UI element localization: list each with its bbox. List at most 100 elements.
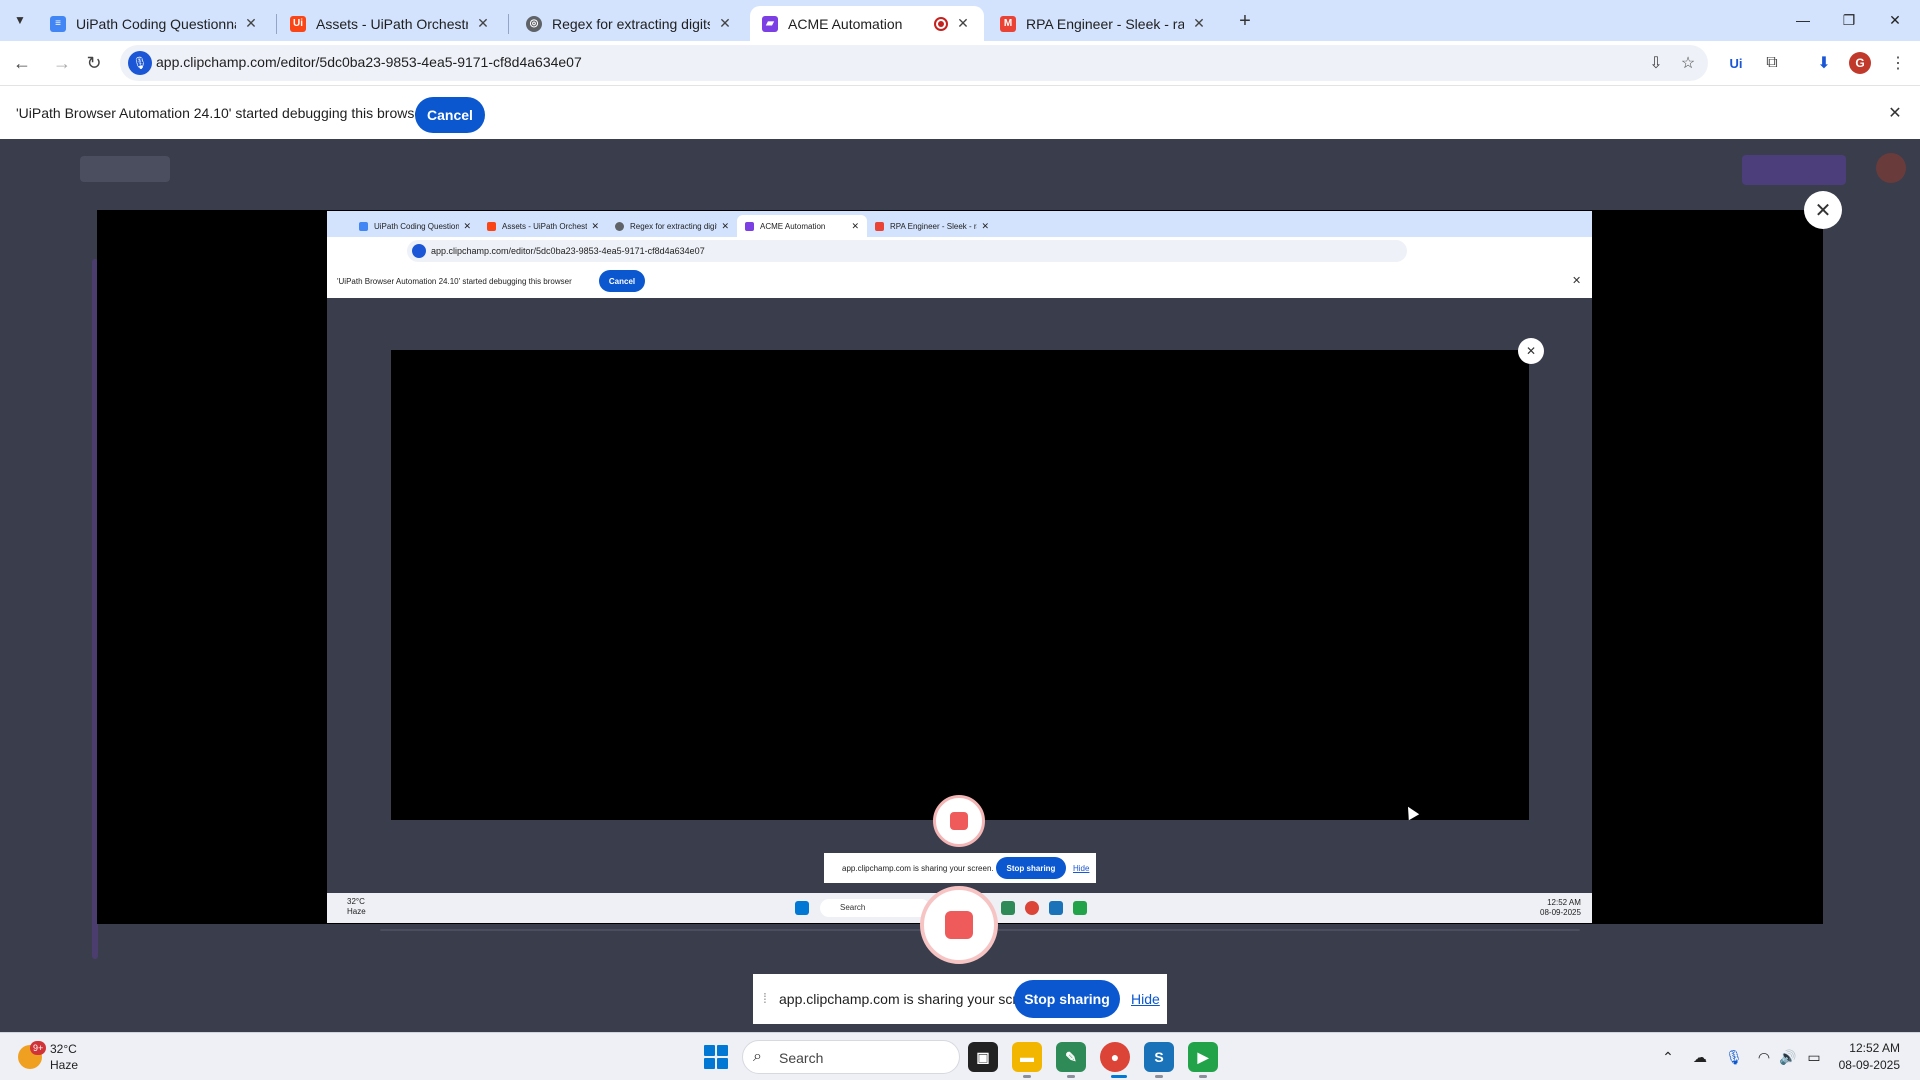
minimize-icon[interactable]: — — [1780, 4, 1826, 36]
preview-tab-strip: UiPath Coding Questionnaire -✕ Assets - … — [327, 211, 1592, 237]
close-icon: ✕ — [591, 220, 599, 231]
windows-start-icon[interactable] — [704, 1045, 728, 1069]
close-icon: ✕ — [981, 220, 989, 231]
modal-close-icon[interactable]: ✕ — [1804, 191, 1842, 229]
new-tab-plus-icon[interactable]: + — [1232, 8, 1258, 34]
recording-indicator-icon — [934, 16, 948, 31]
install-app-icon[interactable]: ⇩ — [1644, 51, 1668, 75]
task-view-icon[interactable]: ▣ — [968, 1042, 998, 1072]
close-tab-icon[interactable]: ✕ — [716, 15, 734, 33]
downloads-icon[interactable]: ⬇ — [1810, 49, 1838, 77]
tab-acme-automation[interactable]: ▰ ACME Automation ✕ — [750, 6, 984, 41]
close-tab-icon[interactable]: ✕ — [242, 15, 260, 33]
chevron-up-icon[interactable]: ⌃ — [1658, 1047, 1678, 1067]
file-explorer-icon[interactable]: ▬ — [1012, 1042, 1042, 1072]
battery-icon[interactable]: ▭ — [1804, 1047, 1824, 1067]
tab-search-chevron-icon[interactable]: ▼ — [8, 8, 32, 32]
uipath-icon: Ui — [290, 15, 306, 32]
weather-condition[interactable]: Haze — [50, 1058, 78, 1072]
tab-title: UiPath Coding Questionnaire - — [76, 15, 236, 32]
clock-time[interactable]: 12:52 AM — [1848, 1041, 1900, 1055]
google-docs-icon: ≡ — [50, 15, 66, 32]
clock-date[interactable]: 08-09-2025 — [1828, 1058, 1900, 1072]
preview-weather: 32°C Haze — [347, 897, 366, 917]
weather-temperature[interactable]: 32°C — [50, 1042, 77, 1056]
tab-gmail-rpa-engineer[interactable]: M RPA Engineer - Sleek - rajdipdu ✕ — [988, 6, 1220, 41]
browser-toolbar: ← → ↻ 🎙 app.clipchamp.com/editor/5dc0ba2… — [0, 41, 1920, 85]
search-placeholder: Search — [779, 1050, 824, 1066]
preview-weather-cond: Haze — [347, 907, 366, 916]
profile-avatar[interactable]: G — [1849, 52, 1871, 74]
close-icon: ✕ — [463, 220, 471, 231]
url-text[interactable]: app.clipchamp.com/editor/5dc0ba23-9853-4… — [156, 54, 582, 70]
preview-black-area — [391, 350, 1529, 820]
forward-arrow-icon[interactable]: → — [48, 49, 76, 77]
preview-weather-temp: 32°C — [347, 897, 365, 906]
search-icon: ⌕ — [753, 1048, 762, 1065]
close-tab-icon[interactable]: ✕ — [954, 15, 972, 33]
extensions-puzzle-icon[interactable]: ⧉ — [1758, 49, 1786, 77]
hide-sharing-bar-link[interactable]: Hide — [1131, 991, 1160, 1007]
globe-icon: ◎ — [526, 15, 542, 32]
running-indicator — [1199, 1075, 1207, 1078]
back-arrow-icon[interactable]: ← — [8, 49, 36, 77]
close-tab-icon[interactable]: ✕ — [474, 15, 492, 33]
gmail-icon: M — [1000, 15, 1016, 32]
onedrive-offline-icon[interactable]: ☁ — [1690, 1047, 1710, 1067]
notepad-icon[interactable]: ✎ — [1056, 1042, 1086, 1072]
bookmark-star-icon[interactable]: ☆ — [1676, 51, 1700, 75]
tab-assets-orchestrator[interactable]: Ui Assets - UiPath Orchestrator ✕ — [278, 6, 504, 41]
preview-address-bar: app.clipchamp.com/editor/5dc0ba23-9853-4… — [407, 240, 1407, 262]
preview-stop-sharing-button: Stop sharing — [996, 857, 1066, 879]
tab-title: ACME Automation — [788, 15, 903, 32]
taskbar-search-box[interactable]: ⌕ Search — [742, 1040, 960, 1074]
stop-recording-button[interactable] — [920, 886, 998, 964]
preview-tab-title: UiPath Coding Questionnaire - — [374, 221, 460, 231]
stop-sharing-button[interactable]: Stop sharing — [1014, 980, 1120, 1018]
close-tab-icon[interactable]: ✕ — [1190, 15, 1208, 33]
chrome-icon[interactable]: ● — [1100, 1042, 1130, 1072]
preview-search: Search — [820, 899, 930, 917]
preview-tab-active: ACME Automation ✕ — [737, 215, 867, 237]
infobar-message: 'UiPath Browser Automation 24.10' starte… — [16, 105, 427, 121]
preview-tab-title: ACME Automation — [760, 221, 826, 231]
cancel-debugging-button[interactable]: Cancel — [415, 97, 485, 133]
preview-cancel-button: Cancel — [599, 270, 645, 292]
tab-regex[interactable]: ◎ Regex for extracting digits ✕ — [514, 6, 746, 41]
close-icon: ✕ — [1572, 275, 1582, 287]
preview-share-bar: app.clipchamp.com is sharing your screen… — [824, 853, 1096, 883]
ghost-avatar — [1876, 153, 1906, 183]
wifi-icon[interactable]: ◠ — [1754, 1047, 1774, 1067]
speaker-icon[interactable]: 🔊 — [1778, 1047, 1798, 1067]
tab-uipath-questionnaire[interactable]: ≡ UiPath Coding Questionnaire - ✕ — [38, 6, 272, 41]
microphone-icon — [412, 244, 426, 258]
microphone-icon[interactable]: 🎙 — [128, 51, 152, 75]
close-icon: ✕ — [851, 220, 859, 231]
uipath-studio-icon[interactable]: S — [1144, 1042, 1174, 1072]
preview-url: app.clipchamp.com/editor/5dc0ba23-9853-4… — [431, 246, 705, 256]
drag-handle-icon[interactable]: ⁞ — [763, 990, 767, 1006]
reload-icon[interactable]: ↻ — [80, 49, 108, 77]
debugging-infobar: 'UiPath Browser Automation 24.10' starte… — [0, 85, 1920, 139]
uipath-extension-icon[interactable]: Ui — [1722, 49, 1750, 77]
notification-badge: 9+ — [30, 1041, 47, 1055]
preview-tab: UiPath Coding Questionnaire -✕ — [351, 215, 479, 237]
preview-share-text: app.clipchamp.com is sharing your screen… — [842, 864, 994, 873]
uipath-assistant-icon[interactable]: ▶ — [1188, 1042, 1218, 1072]
ghost-toolbar-item — [80, 156, 170, 182]
preview-tab: Assets - UiPath Orchestrator✕ — [479, 215, 607, 237]
restore-icon[interactable]: ❐ — [1826, 4, 1872, 36]
gmail-icon — [875, 221, 884, 231]
preview-tab: RPA Engineer - Sleek - rajdipdu ✕ — [867, 215, 997, 237]
infobar-close-icon[interactable]: ✕ — [1884, 102, 1906, 124]
browser-tab-strip: ▼ ≡ UiPath Coding Questionnaire - ✕ Ui A… — [0, 0, 1920, 41]
preview-hide-link: Hide — [1073, 864, 1090, 873]
tab-title: RPA Engineer - Sleek - rajdipdu — [1026, 15, 1184, 32]
address-bar[interactable]: 🎙 app.clipchamp.com/editor/5dc0ba23-9853… — [120, 45, 1708, 81]
tab-title: Assets - UiPath Orchestrator — [316, 15, 468, 32]
microphone-icon[interactable]: 🎙 — [1724, 1047, 1744, 1067]
running-indicator — [1155, 1075, 1163, 1078]
window-close-icon[interactable]: ✕ — [1872, 4, 1918, 36]
tab-title: Regex for extracting digits — [552, 15, 710, 32]
kebab-menu-icon[interactable]: ⋮ — [1884, 49, 1912, 77]
